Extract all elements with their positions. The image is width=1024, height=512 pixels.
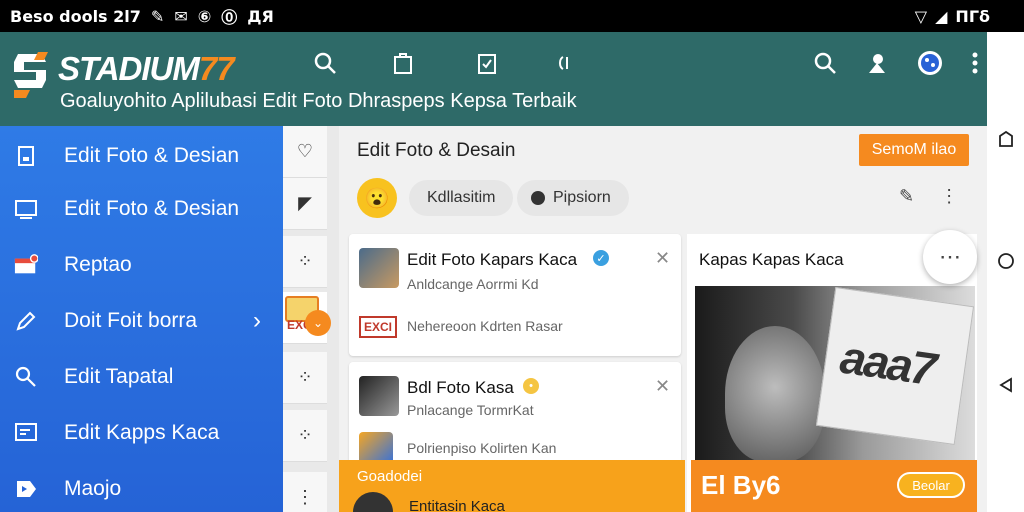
bag-icon[interactable] [388,48,418,78]
status-right-text: ΠΓδ [955,6,990,26]
user-icon[interactable] [862,48,892,78]
header-tagline: Goaluyohito Aplilubasi Edit Foto Dhraspe… [60,90,577,112]
more-vert-icon[interactable]: ⋮ [940,186,958,207]
promo-button[interactable]: SemoM ilao [859,134,969,166]
arrow-icon[interactable]: ◤ [283,178,327,230]
heart-icon[interactable]: ♡ [283,126,327,178]
avatar[interactable]: 😮 [357,178,397,218]
bottom-promo-bar[interactable]: Goadodei Entitasin Kaca [339,460,685,512]
sidebar-item-edit-foto-2[interactable]: Edit Foto & Desian [0,184,283,234]
card-subtitle: Anldcange Aorrmi Kd [407,276,539,292]
signal-icon: ◢ [935,6,948,26]
brand-name: STADIUM77 [58,50,235,87]
featured-title: Kapas Kapas Kaca [699,250,844,269]
sidebar-item-label: Edit Foto & Desian [64,144,240,167]
sidebar-item-label: Maojo [64,477,122,500]
chip-label: Pipsiorn [553,189,611,206]
sidebar-item-edit-tapatal[interactable]: Edit Tapatal [0,352,283,402]
sidebar: Edit Foto & Desian Edit Foto & Desian Re… [0,126,283,512]
sidebar-item-doit-foit[interactable]: Doit Foit borra › [0,296,283,346]
filter-chip[interactable]: Kdllasitim [409,180,514,216]
sidebar-item-reptao[interactable]: Reptao [0,240,283,290]
toolbar: ✎ ⋮ [899,186,958,207]
card-extra: Nehereoon Kdrten Rasar [407,318,563,334]
card-subtitle: Pnlacange TormrKat [407,402,534,418]
card-title: Bdl Foto Kasa [407,378,514,397]
dots-icon[interactable]: ⁘ [283,236,327,288]
cloud-icon: ✎ [150,6,165,26]
home-icon[interactable] [997,252,1015,270]
notification-icon: ⓪ [221,8,238,27]
paper-text: aaa7 [837,330,938,396]
status-text: Beso dools 2l7 [10,6,141,26]
avatar [353,492,393,512]
chevron-down-icon[interactable]: ⌄ [305,310,331,336]
paper-shape: aaa7 [815,286,975,446]
notification-icon: ДЯ [247,6,274,26]
tablet-icon [14,144,38,168]
sidebar-item-edit-kapps[interactable]: Edit Kapps Kaca [0,408,283,458]
mail-icon [14,253,38,277]
sidebar-item-edit-foto[interactable]: Edit Foto & Desian [0,131,283,181]
coupon-card[interactable]: EXCI ⌄ [283,292,331,344]
edit-icon[interactable]: ✎ [899,186,914,207]
sidebar-item-label: Reptao [64,253,132,276]
sidebar-item-label: Edit Kapps Kaca [64,421,220,444]
label-icon: EXCI [359,316,397,338]
info-icon[interactable] [550,48,580,78]
monitor-icon [14,197,38,221]
dots-icon[interactable]: ⁘ [283,352,327,404]
close-icon[interactable]: ✕ [655,248,670,269]
dots-icon[interactable]: ⁘ [283,410,327,462]
search-icon[interactable] [810,48,840,78]
mail-icon: ✉ [174,6,188,26]
search-icon [14,365,38,389]
back-icon[interactable] [997,376,1015,394]
promo-subtitle: Entitasin Kaca [409,498,505,512]
main-content: Edit Foto & Desain SemoM ilao 😮 Kdllasit… [339,126,987,512]
more-options-button[interactable]: ⋯ [923,230,977,284]
filter-chip[interactable]: Pipsiorn [517,180,629,216]
system-nav-bar [987,32,1024,512]
sidebar-item-label: Doit Foit borra [64,309,198,332]
more-vert-icon[interactable]: ⋮ [283,472,327,512]
task-check-icon[interactable] [472,48,502,78]
featured-image: aaa7 [695,286,975,462]
stadium-logo-icon [14,52,48,98]
badge-icon: • [523,378,539,394]
search-icon [531,191,545,205]
more-vert-icon[interactable] [960,48,990,78]
notification-icon: ⑥ [197,6,212,26]
thumbnail-image [359,376,399,416]
thumbnail-image [359,248,399,288]
page-title: Edit Foto & Desain [357,140,516,161]
verified-icon: ✓ [593,250,609,266]
recents-icon[interactable] [997,130,1015,148]
search-icon[interactable] [310,48,340,78]
chat-icon [14,421,38,445]
promo-label: Goadodei [357,468,423,485]
flag-icon [14,477,38,501]
wifi-icon: ▽ [914,6,928,26]
status-bar: Beso dools 2l7 ✎ ✉ ⑥ ⓪ ДЯ ▽ ◢ ΠΓδ [0,0,1024,32]
sidebar-item-label: Edit Foto & Desian [64,197,240,220]
list-item[interactable]: Edit Foto Kapars Kaca ✓ Anldcange Aorrmi… [349,234,681,356]
sidebar-item-maojo[interactable]: Maojo [0,464,283,512]
close-icon[interactable]: ✕ [655,376,670,397]
banner-text: El By6 [701,470,781,500]
chevron-right-icon: › [253,307,261,334]
portrait-shape [725,326,825,462]
banner-button[interactable]: Beolar [897,472,965,498]
edit-icon [14,309,38,333]
card-title: Edit Foto Kapars Kaca [407,250,578,269]
bottom-banner[interactable]: El By6 Beolar [691,460,977,512]
card-extra: Polrienpiso Kolirten Kan [407,440,557,456]
sidebar-item-label: Edit Tapatal [64,365,174,388]
chip-label: Kdllasitim [427,189,496,206]
globe-icon[interactable] [915,48,945,78]
app-header: STADIUM77 Goaluyohito Aplilubasi Edit Fo… [0,32,987,126]
quick-actions-column: ♡ ◤ ⁘ EXCI ⌄ ⁘ ⁘ ⋮ [283,126,339,512]
